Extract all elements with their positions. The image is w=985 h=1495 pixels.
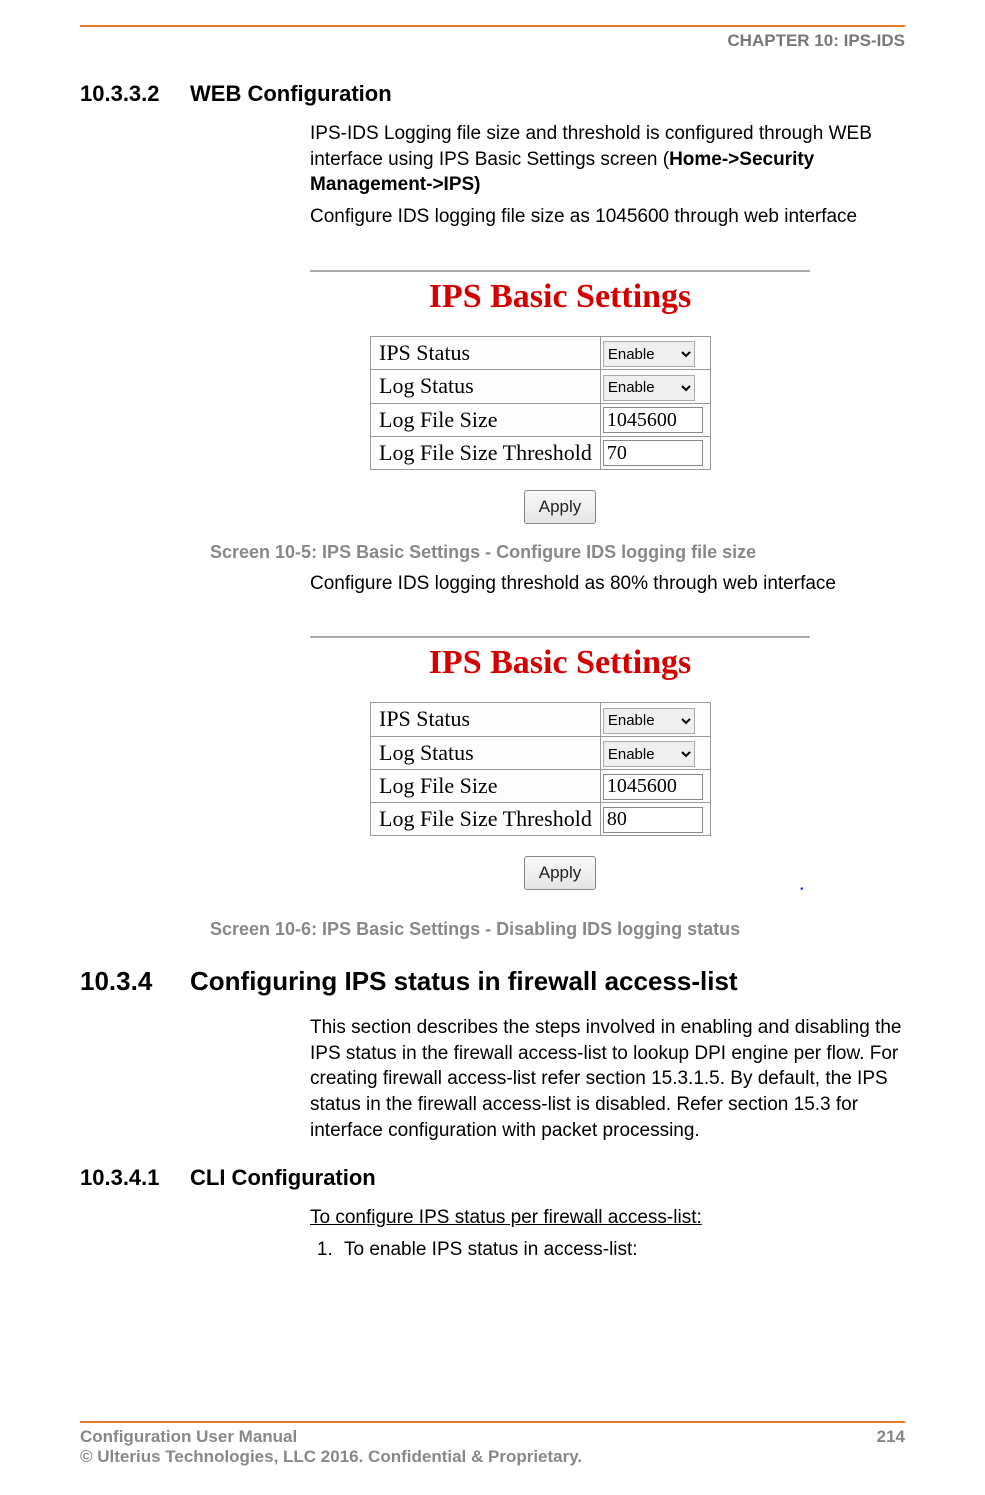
- paragraph: Configure IDS logging threshold as 80% t…: [310, 571, 905, 597]
- table-row: Log Status Enable: [371, 370, 711, 404]
- cell-log-file-size: [600, 403, 710, 436]
- table-row: Log File Size Threshold: [371, 803, 711, 836]
- label-log-status: Log Status: [371, 736, 601, 770]
- figure-title: IPS Basic Settings: [310, 644, 810, 682]
- settings-table: IPS Status Enable Log Status Enable Log …: [370, 702, 711, 836]
- footer-copyright: © Ulterius Technologies, LLC 2016. Confi…: [80, 1447, 905, 1467]
- log-file-threshold-input[interactable]: [603, 440, 703, 466]
- section-number: 10.3.4.1: [80, 1165, 190, 1191]
- label-ips-status: IPS Status: [371, 336, 601, 370]
- figure-caption-10-5: Screen 10-5: IPS Basic Settings - Config…: [210, 542, 905, 563]
- ips-status-select[interactable]: Enable: [603, 341, 695, 367]
- ips-status-select[interactable]: Enable: [603, 708, 695, 734]
- label-log-file-size: Log File Size: [371, 403, 601, 436]
- cell-ips-status: Enable: [600, 336, 710, 370]
- page-number: 214: [877, 1427, 905, 1447]
- table-row: Log File Size: [371, 770, 711, 803]
- log-file-size-input[interactable]: [603, 407, 703, 433]
- table-row: Log Status Enable: [371, 736, 711, 770]
- log-status-select[interactable]: Enable: [603, 375, 695, 401]
- apply-row: Apply: [310, 856, 810, 890]
- cell-log-file-threshold: [600, 436, 710, 469]
- section-heading-10-3-4: 10.3.4Configuring IPS status in firewall…: [80, 966, 905, 997]
- section-number: 10.3.4: [80, 966, 190, 997]
- section-title: CLI Configuration: [190, 1165, 376, 1190]
- section-title: Configuring IPS status in firewall acces…: [190, 966, 738, 996]
- chapter-header: CHAPTER 10: IPS-IDS: [80, 31, 905, 51]
- body-text: This section describes the steps involve…: [310, 1015, 905, 1143]
- section-number: 10.3.3.2: [80, 81, 190, 107]
- paragraph: Configure IDS logging file size as 10456…: [310, 204, 905, 230]
- figure-ips-basic-settings-1: IPS Basic Settings IPS Status Enable Log…: [310, 270, 905, 524]
- table-row: Log File Size Threshold: [371, 436, 711, 469]
- log-status-select[interactable]: Enable: [603, 741, 695, 767]
- body-text: To configure IPS status per firewall acc…: [310, 1205, 905, 1231]
- footer-rule: [80, 1421, 905, 1423]
- figure-rule: [310, 636, 810, 638]
- paragraph: This section describes the steps involve…: [310, 1015, 905, 1143]
- section-heading-10-3-3-2: 10.3.3.2WEB Configuration: [80, 81, 905, 107]
- cell-ips-status: Enable: [600, 703, 710, 737]
- settings-table: IPS Status Enable Log Status Enable Log …: [370, 336, 711, 470]
- cell-log-status: Enable: [600, 736, 710, 770]
- label-log-file-size: Log File Size: [371, 770, 601, 803]
- label-log-file-threshold: Log File Size Threshold: [371, 803, 601, 836]
- page-footer: Configuration User Manual 214 © Ulterius…: [80, 1421, 905, 1467]
- list-item: To enable IPS status in access-list:: [338, 1237, 905, 1264]
- header-rule: [80, 25, 905, 27]
- table-row: Log File Size: [371, 403, 711, 436]
- log-file-size-input[interactable]: [603, 774, 703, 800]
- label-log-status: Log Status: [371, 370, 601, 404]
- apply-button[interactable]: Apply: [524, 856, 597, 890]
- table-row: IPS Status Enable: [371, 703, 711, 737]
- figure-caption-10-6: Screen 10-6: IPS Basic Settings - Disabl…: [210, 919, 905, 940]
- apply-row: Apply: [310, 490, 810, 524]
- cell-log-status: Enable: [600, 370, 710, 404]
- apply-button[interactable]: Apply: [524, 490, 597, 524]
- paragraph: IPS-IDS Logging file size and threshold …: [310, 121, 905, 198]
- cell-log-file-threshold: [600, 803, 710, 836]
- section-title: WEB Configuration: [190, 81, 392, 106]
- ordered-list: To enable IPS status in access-list:: [310, 1237, 905, 1264]
- cursor-dot-icon: •: [800, 884, 985, 895]
- procedure-title: To configure IPS status per firewall acc…: [310, 1205, 905, 1231]
- cell-log-file-size: [600, 770, 710, 803]
- log-file-threshold-input[interactable]: [603, 807, 703, 833]
- label-ips-status: IPS Status: [371, 703, 601, 737]
- figure-title: IPS Basic Settings: [310, 278, 810, 316]
- figure-ips-basic-settings-2: IPS Basic Settings IPS Status Enable Log…: [310, 636, 905, 901]
- figure-rule: [310, 270, 810, 272]
- body-text: IPS-IDS Logging file size and threshold …: [310, 121, 905, 230]
- table-row: IPS Status Enable: [371, 336, 711, 370]
- label-log-file-threshold: Log File Size Threshold: [371, 436, 601, 469]
- footer-manual-title: Configuration User Manual: [80, 1427, 297, 1447]
- section-heading-10-3-4-1: 10.3.4.1CLI Configuration: [80, 1165, 905, 1191]
- body-text: Configure IDS logging threshold as 80% t…: [310, 571, 905, 597]
